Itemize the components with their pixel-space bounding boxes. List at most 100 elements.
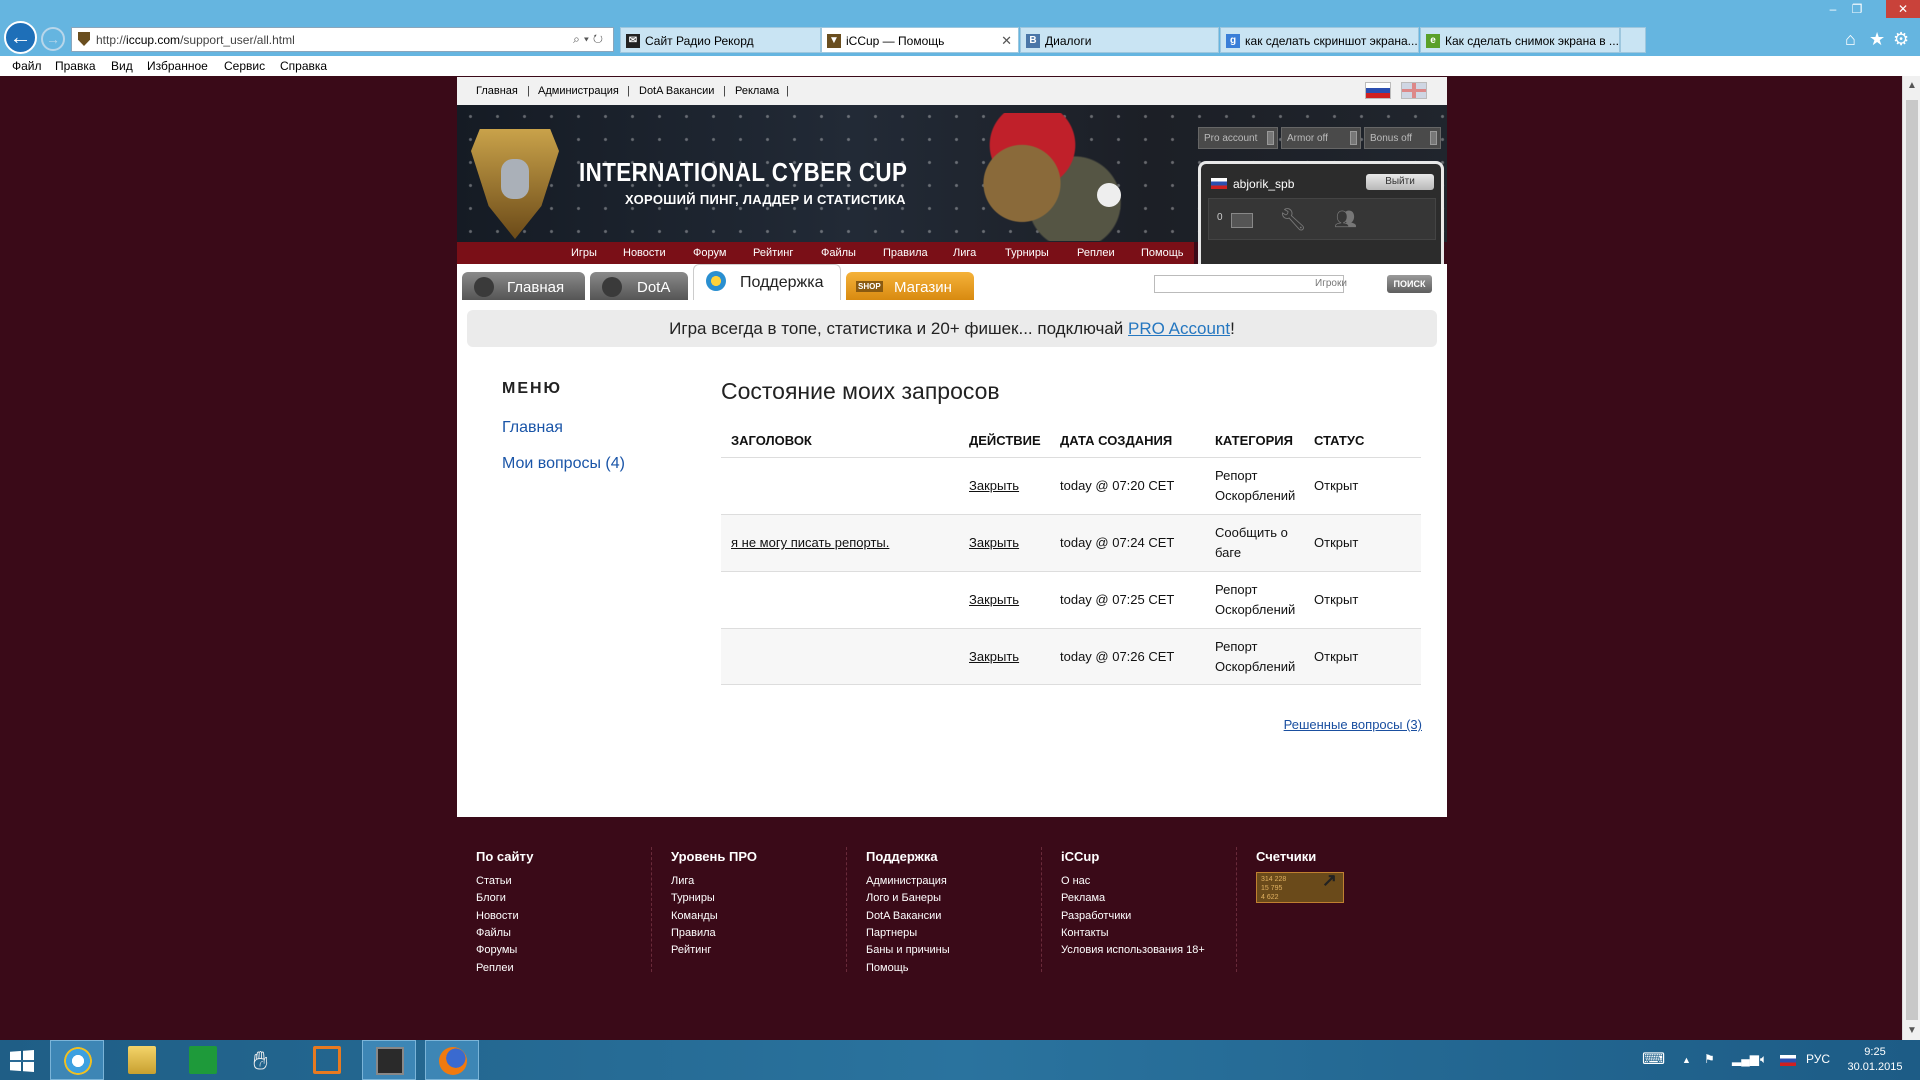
top-link-ads[interactable]: Реклама [735,85,779,97]
tab-shop[interactable]: SHOP Магазин [846,272,974,300]
system-clock[interactable]: 9:25 30.01.2015 [1845,1045,1905,1075]
search-button[interactable]: ПОИСК [1387,275,1432,293]
close-window-icon[interactable]: ✕ [1886,0,1920,18]
nav-tournaments[interactable]: Турниры [1005,247,1049,259]
footer-link[interactable]: Условия использования 18+ [1061,944,1205,956]
footer-link[interactable]: Баны и причины [866,944,950,956]
minimize-icon[interactable]: – [1822,0,1844,18]
menu-edit[interactable]: Правка [55,59,96,73]
favorites-star-icon[interactable]: ★ [1869,29,1885,50]
footer-link[interactable]: Правила [671,927,716,939]
browser-tab-screenshot[interactable]: e Как сделать снимок экрана в ... [1420,27,1620,53]
footer-link[interactable]: Партнеры [866,927,917,939]
footer-link[interactable]: Лига [671,875,694,887]
scroll-up-icon[interactable]: ▲ [1907,80,1917,91]
start-button-icon[interactable] [10,1050,34,1072]
address-tools-icon[interactable]: ⌕▾↻ [573,32,607,47]
network-icon[interactable]: ▂▄▆ [1732,1052,1759,1066]
taskbar-hand-app[interactable]: ✋︎ [240,1040,294,1080]
close-request-link[interactable]: Закрыть [969,590,1019,610]
resolved-questions-link[interactable]: Решенные вопросы (3) [1284,717,1422,732]
close-tab-icon[interactable]: ✕ [1001,33,1012,49]
russian-flag-icon[interactable] [1365,82,1391,99]
keyboard-icon[interactable]: ⌨ [1642,1049,1665,1069]
menu-file[interactable]: Файл [12,59,42,73]
footer-link[interactable]: DotA Вакансии [866,910,941,922]
volume-icon[interactable]: 🔈︎ [1760,1052,1767,1067]
menu-tools[interactable]: Сервис [224,59,265,73]
english-flag-icon[interactable] [1401,82,1427,99]
new-tab-button[interactable] [1620,27,1646,53]
sidebar-item-home[interactable]: Главная [502,419,563,437]
armor-toggle[interactable]: Armor off [1281,127,1361,149]
footer-link[interactable]: Разработчики [1061,910,1131,922]
footer-link[interactable]: Администрация [866,875,947,887]
forward-button[interactable]: → [41,27,65,51]
footer-link[interactable]: Блоги [476,892,506,904]
top-link-home[interactable]: Главная [476,85,518,97]
request-title-link[interactable]: я не могу писать репорты. [731,533,889,553]
nav-rating[interactable]: Рейтинг [753,247,793,259]
top-link-admin[interactable]: Администрация [538,85,619,97]
bonus-toggle[interactable]: Bonus off [1364,127,1441,149]
scroll-down-icon[interactable]: ▼ [1907,1025,1917,1036]
top-link-dota-jobs[interactable]: DotA Вакансии [639,85,714,97]
browser-tab-radio[interactable]: ✉ Сайт Радио Рекорд [620,27,821,53]
tab-dota[interactable]: DotA [590,272,688,300]
footer-link[interactable]: Форумы [476,944,517,956]
restore-icon[interactable]: ❐ [1846,0,1868,18]
nav-forum[interactable]: Форум [693,247,726,259]
home-icon[interactable]: ⌂ [1845,29,1856,50]
sidebar-item-my-questions[interactable]: Мои вопросы (4) [502,455,625,473]
back-button[interactable]: ← [4,21,37,54]
vertical-scrollbar[interactable]: ▲ ▼ [1902,76,1920,1040]
browser-tab-google[interactable]: g как сделать скриншот экрана... [1220,27,1419,53]
tab-support[interactable]: Поддержка [693,264,841,300]
language-indicator[interactable]: РУС [1806,1052,1830,1066]
settings-gear-icon[interactable]: ⚙ [1893,29,1909,50]
taskbar-ie[interactable] [50,1040,104,1080]
visitor-counter[interactable]: 314 228 15 795 4 622 ↗ [1256,871,1344,903]
footer-link[interactable]: Помощь [866,962,909,974]
nav-help[interactable]: Помощь [1141,247,1184,259]
search-input[interactable]: Игроки [1154,275,1347,293]
footer-link[interactable]: Реклама [1061,892,1105,904]
pro-account-toggle[interactable]: Pro account [1198,127,1278,149]
nav-news[interactable]: Новости [623,247,666,259]
footer-link[interactable]: Лого и Банеры [866,892,941,904]
footer-link[interactable]: Новости [476,910,519,922]
action-center-flag-icon[interactable]: ⚑ [1704,1052,1715,1066]
scroll-thumb[interactable] [1906,100,1918,1020]
footer-link[interactable]: Команды [671,910,718,922]
footer-link[interactable]: Реплеи [476,962,514,974]
nav-files[interactable]: Файлы [821,247,856,259]
close-request-link[interactable]: Закрыть [969,533,1019,553]
menu-favorites[interactable]: Избранное [147,59,208,73]
taskbar-firefox[interactable] [425,1040,479,1080]
pro-account-link[interactable]: PRO Account [1128,319,1230,338]
menu-help[interactable]: Справка [280,59,327,73]
nav-league[interactable]: Лига [953,247,976,259]
search-scope-select[interactable]: Игроки [1315,278,1347,289]
footer-link[interactable]: Контакты [1061,927,1109,939]
browser-tab-dialogs[interactable]: B Диалоги [1020,27,1219,53]
logout-button[interactable]: Выйти [1366,174,1434,190]
wrench-icon[interactable]: 🔧︎ [1279,207,1307,233]
footer-link[interactable]: О нас [1061,875,1090,887]
mail-icon[interactable] [1231,213,1253,228]
taskbar-game[interactable] [362,1040,416,1080]
taskbar-store[interactable] [176,1040,230,1080]
nav-rules[interactable]: Правила [883,247,928,259]
close-request-link[interactable]: Закрыть [969,647,1019,667]
taskbar-office[interactable] [300,1040,354,1080]
friends-icon[interactable]: 👥︎ [1334,209,1357,230]
footer-link[interactable]: Статьи [476,875,512,887]
russia-flag-tray-icon[interactable] [1780,1055,1796,1066]
tab-home[interactable]: Главная [462,272,585,300]
taskbar-explorer[interactable] [115,1040,169,1080]
browser-tab-iccup[interactable]: ▼ iCCup — Помощь ✕ [821,27,1019,53]
close-request-link[interactable]: Закрыть [969,476,1019,496]
nav-replays[interactable]: Реплеи [1077,247,1115,259]
nav-games[interactable]: Игры [571,247,597,259]
footer-link[interactable]: Рейтинг [671,944,711,956]
